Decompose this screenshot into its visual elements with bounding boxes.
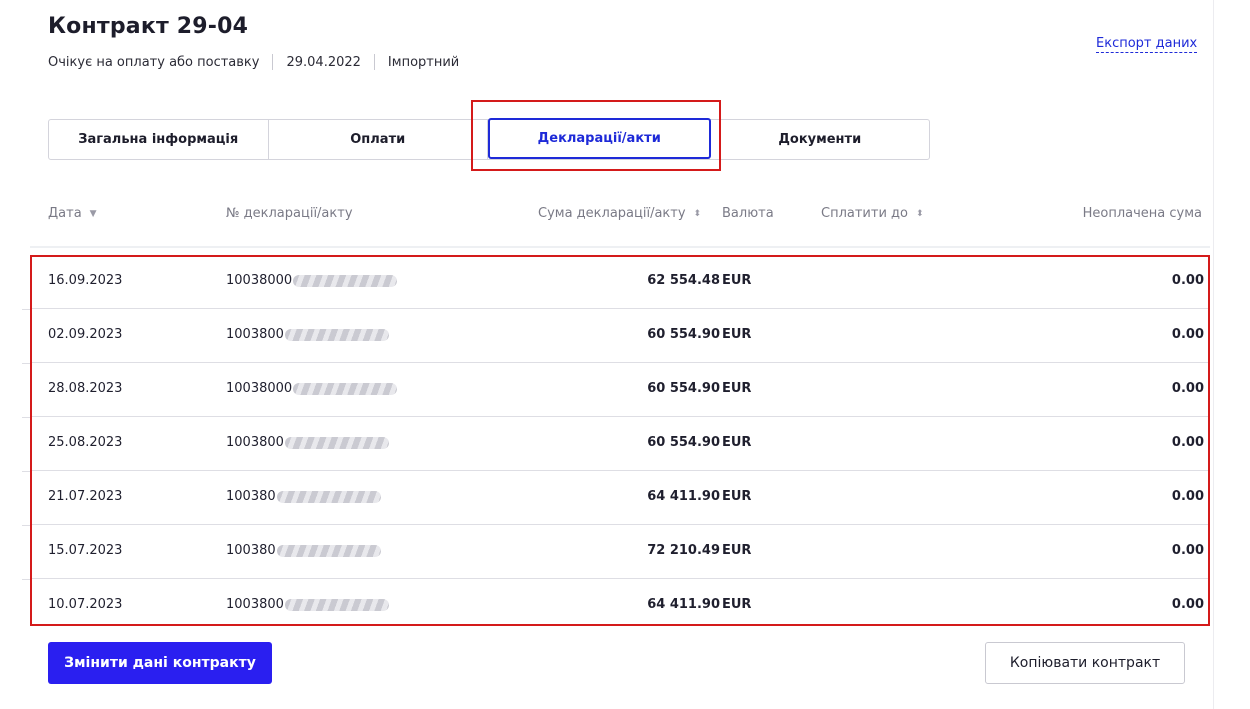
row-number-prefix: 1003800 <box>226 327 284 342</box>
row-currency: EUR <box>722 543 752 558</box>
row-sum: 60 554.90 <box>647 381 720 396</box>
row-currency: EUR <box>722 273 752 288</box>
column-unpaid: Неоплачена сума <box>1083 206 1202 221</box>
row-date: 25.08.2023 <box>48 435 123 450</box>
column-currency-label: Валюта <box>722 206 774 221</box>
row-number: 100380 <box>226 543 381 558</box>
row-number-prefix: 1003800 <box>226 597 284 612</box>
row-number-prefix: 100380 <box>226 543 276 558</box>
header-divider <box>30 246 1210 248</box>
edit-contract-button[interactable]: Змінити дані контракту <box>48 642 272 684</box>
row-currency: EUR <box>722 489 752 504</box>
table-row[interactable]: 15.07.2023 100380 72 210.49 EUR 0.00 <box>30 525 1210 579</box>
tab-declarations[interactable]: Декларації/акти <box>488 118 711 159</box>
tab-documents[interactable]: Документи <box>711 120 930 159</box>
column-number-label: № декларації/акту <box>226 206 353 221</box>
sort-icon[interactable]: ⬍ <box>916 209 924 219</box>
row-unpaid: 0.00 <box>1171 435 1204 450</box>
row-sum: 72 210.49 <box>647 543 720 558</box>
tab-bar: Загальна інформація Оплати Декларації/ак… <box>48 118 930 160</box>
row-date: 10.07.2023 <box>48 597 123 612</box>
row-unpaid: 0.00 <box>1171 597 1204 612</box>
redacted-number <box>284 328 389 341</box>
table-row[interactable]: 10.07.2023 1003800 64 411.90 EUR 0.00 <box>30 579 1210 633</box>
row-number: 1003800 <box>226 327 389 342</box>
page-right-border <box>1213 0 1214 709</box>
row-divider-tick <box>22 417 30 418</box>
column-date-label: Дата <box>48 206 82 221</box>
declarations-table-body: 16.09.2023 10038000 62 554.48 EUR 0.00 0… <box>30 255 1210 633</box>
row-number-prefix: 10038000 <box>226 381 293 396</box>
row-date: 21.07.2023 <box>48 489 123 504</box>
redacted-number <box>284 598 389 611</box>
meta-divider <box>373 54 375 70</box>
table-row[interactable]: 21.07.2023 100380 64 411.90 EUR 0.00 <box>30 471 1210 525</box>
row-divider-tick <box>22 309 30 310</box>
table-row[interactable]: 25.08.2023 1003800 60 554.90 EUR 0.00 <box>30 417 1210 471</box>
sort-icon[interactable]: ⬍ <box>694 209 702 219</box>
row-unpaid: 0.00 <box>1171 543 1204 558</box>
row-date: 02.09.2023 <box>48 327 123 342</box>
row-currency: EUR <box>722 327 752 342</box>
tab-payments[interactable]: Оплати <box>269 120 488 159</box>
copy-contract-button[interactable]: Копіювати контракт <box>985 642 1185 684</box>
row-date: 15.07.2023 <box>48 543 123 558</box>
contract-meta: Очікує на оплату або поставку 29.04.2022… <box>48 54 459 70</box>
row-sum: 64 411.90 <box>647 489 720 504</box>
row-unpaid: 0.00 <box>1171 273 1204 288</box>
table-header: Дата ▼ № декларації/акту Сума декларації… <box>30 196 1210 236</box>
export-data-link[interactable]: Експорт даних <box>1096 36 1198 53</box>
row-sum: 60 554.90 <box>647 327 720 342</box>
redacted-number <box>284 436 389 449</box>
row-number-prefix: 10038000 <box>226 273 293 288</box>
column-unpaid-label: Неоплачена сума <box>1082 206 1202 221</box>
column-pay-until[interactable]: Сплатити до ⬍ <box>821 206 924 221</box>
page-title: Контракт 29-04 <box>48 14 249 39</box>
row-unpaid: 0.00 <box>1171 327 1204 342</box>
row-currency: EUR <box>722 381 752 396</box>
row-number-prefix: 1003800 <box>226 435 284 450</box>
redacted-number <box>276 490 381 503</box>
row-date: 16.09.2023 <box>48 273 123 288</box>
row-number-prefix: 100380 <box>226 489 276 504</box>
row-sum: 60 554.90 <box>647 435 720 450</box>
row-sum: 62 554.48 <box>647 273 720 288</box>
row-date: 28.08.2023 <box>48 381 123 396</box>
row-divider-tick <box>22 471 30 472</box>
redacted-number <box>276 544 381 557</box>
row-number: 10038000 <box>226 381 398 396</box>
row-number: 1003800 <box>226 597 389 612</box>
column-currency: Валюта <box>722 206 774 221</box>
row-currency: EUR <box>722 435 752 450</box>
contract-type: Імпортний <box>387 54 460 70</box>
row-number: 10038000 <box>226 273 398 288</box>
row-divider-tick <box>22 525 30 526</box>
column-sum-label: Сума декларації/акту <box>538 206 686 221</box>
redacted-number <box>293 274 398 287</box>
contract-date: 29.04.2022 <box>286 54 361 70</box>
row-number: 100380 <box>226 489 381 504</box>
redacted-number <box>293 382 398 395</box>
table-row[interactable]: 16.09.2023 10038000 62 554.48 EUR 0.00 <box>30 255 1210 309</box>
row-currency: EUR <box>722 597 752 612</box>
row-sum: 64 411.90 <box>647 597 720 612</box>
row-unpaid: 0.00 <box>1171 381 1204 396</box>
row-number: 1003800 <box>226 435 389 450</box>
row-unpaid: 0.00 <box>1171 489 1204 504</box>
table-row[interactable]: 02.09.2023 1003800 60 554.90 EUR 0.00 <box>30 309 1210 363</box>
table-row[interactable]: 28.08.2023 10038000 60 554.90 EUR 0.00 <box>30 363 1210 417</box>
row-divider-tick <box>22 363 30 364</box>
row-divider-tick <box>22 579 30 580</box>
tab-general-info[interactable]: Загальна інформація <box>49 120 269 159</box>
meta-divider <box>272 54 274 70</box>
column-number: № декларації/акту <box>226 206 353 221</box>
column-pay-until-label: Сплатити до <box>821 206 908 221</box>
column-sum[interactable]: Сума декларації/акту ⬍ <box>538 206 701 221</box>
column-date[interactable]: Дата ▼ <box>48 206 97 221</box>
sort-desc-icon[interactable]: ▼ <box>90 209 97 219</box>
contract-status: Очікує на оплату або поставку <box>48 54 260 70</box>
